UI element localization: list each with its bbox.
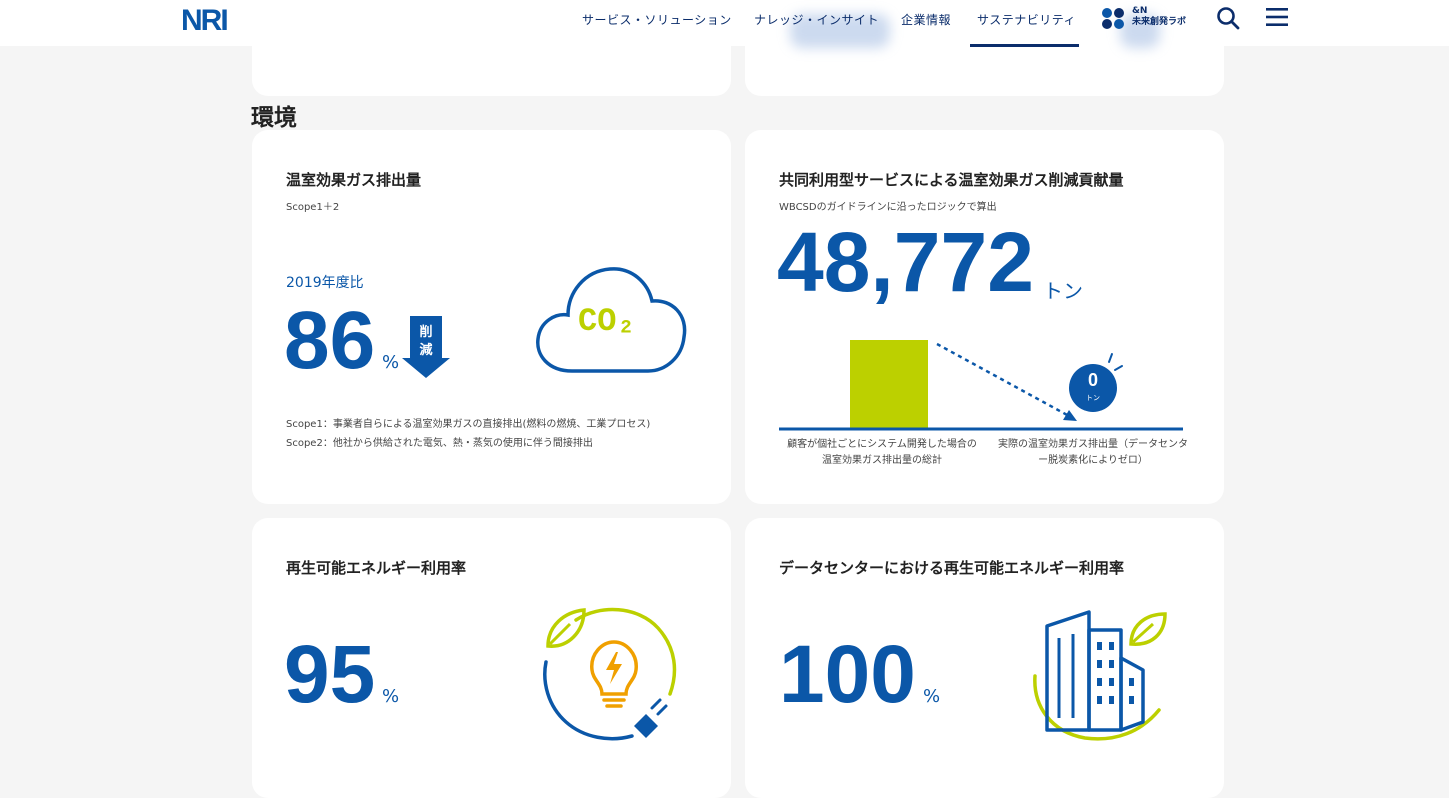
lightbulb-plug-icon: [543, 607, 677, 741]
building-leaf-icon: [1033, 610, 1167, 741]
shared-reduction-unit: トン: [1043, 279, 1083, 303]
shared-reduction-value: 48,772: [777, 215, 1034, 309]
datacenter-value: 100: [779, 629, 916, 720]
card-datacenter-renewable-energy: データセンターにおける再生可能エネルギー利用率 100 %: [745, 518, 1224, 798]
reduction-diagram: 0 トン: [779, 340, 1189, 436]
ghg-reduction-unit: %: [382, 352, 400, 373]
reduction-diagram-graphic: [779, 340, 1183, 431]
lightbulb-illustration: [540, 602, 680, 742]
comparison-label: 2019年度比: [286, 275, 364, 291]
menu-button[interactable]: [1266, 7, 1288, 31]
nav-item-company[interactable]: 企業情報: [901, 11, 951, 28]
caption-before: 顧客が個社ごとにシステム開発した場合の 温室効果ガス排出量の総計: [775, 437, 989, 469]
card-title: 温室効果ガス排出量: [286, 171, 422, 189]
scrollbar[interactable]: [1437, 0, 1449, 782]
arrow-label-char-1: 削: [419, 325, 433, 340]
bar-before: [850, 340, 928, 428]
scope1-note: Scope1：事業者自らによる温室効果ガスの直接排出(燃料の燃焼、工業プロセス): [286, 419, 651, 430]
building-illustration: [1031, 608, 1175, 742]
card-renewable-energy: 再生可能エネルギー利用率 95 %: [252, 518, 731, 798]
search-button[interactable]: [1216, 6, 1240, 34]
caption-after: 実際の温室効果ガス排出量（データセンタ ー脱炭素化によりゼロ）: [985, 437, 1201, 469]
site-header: NRI サービス・ソリューション ナレッジ・インサイト 企業情報 サステナビリテ…: [0, 0, 1449, 48]
zero-unit: トン: [1086, 394, 1100, 402]
caption-before-line1: 顧客が個社ごとにシステム開発した場合の: [787, 439, 977, 450]
lab-label: &N 未来創発ラボ: [1132, 6, 1186, 28]
card-shared-service-reduction: 共同利用型サービスによる温室効果ガス削減貢献量 WBCSDのガイドラインに沿った…: [745, 130, 1224, 504]
nav-active-indicator: [970, 44, 1079, 47]
card-title: データセンターにおける再生可能エネルギー利用率: [779, 559, 1125, 577]
nav-item-services[interactable]: サービス・ソリューション: [582, 11, 732, 28]
ghg-reduction-value: 86: [284, 295, 376, 386]
scope-notes: Scope1：事業者自らによる温室効果ガスの直接排出(燃料の燃焼、工業プロセス)…: [286, 415, 650, 453]
nri-logo[interactable]: NRI: [181, 4, 237, 37]
card-title: 再生可能エネルギー利用率: [286, 559, 467, 577]
card-subtitle: WBCSDのガイドラインに沿ったロジックで算出: [779, 202, 997, 213]
scope2-note: Scope2：他社から供給された電気、熱・蒸気の使用に伴う間接排出: [286, 438, 593, 449]
renewable-unit: %: [382, 686, 400, 707]
card-subtitle: Scope1＋2: [286, 202, 340, 213]
co2-label: CO₂: [578, 303, 636, 340]
mirai-lab-link[interactable]: &N 未来創発ラボ: [1100, 6, 1186, 36]
hamburger-menu-icon: [1266, 8, 1288, 26]
section-title: 環境: [251, 105, 297, 131]
nri-logo-mark: NRI: [181, 4, 229, 37]
card-title: 共同利用型サービスによる温室効果ガス削減貢献量: [779, 171, 1124, 189]
datacenter-unit: %: [923, 686, 941, 707]
lab-label-line1: &N: [1132, 6, 1148, 16]
renewable-value: 95: [284, 629, 376, 720]
lab-logo-icon: [1102, 8, 1124, 29]
caption-after-line1: 実際の温室効果ガス排出量（データセンタ: [998, 439, 1188, 450]
zero-value: 0: [1087, 370, 1098, 390]
arrow-label-char-2: 減: [419, 343, 433, 358]
arrow-label: 削 減: [402, 324, 450, 360]
nav-item-knowledge[interactable]: ナレッジ・インサイト: [754, 11, 879, 28]
card-ghg-emissions: 温室効果ガス排出量 Scope1＋2 2019年度比 86 % 削 減 CO₂ …: [252, 130, 731, 504]
search-icon: [1217, 7, 1240, 30]
nav-item-sustainability[interactable]: サステナビリティ: [977, 11, 1076, 28]
co2-cloud-illustration: CO₂: [534, 263, 690, 381]
caption-after-line2: ー脱炭素化によりゼロ）: [1038, 455, 1148, 466]
svg-text:NRI: NRI: [181, 4, 227, 34]
caption-before-line2: 温室効果ガス排出量の総計: [822, 455, 942, 466]
reduction-arrow: 削 減: [402, 316, 452, 380]
lab-label-line2: 未来創発ラボ: [1132, 17, 1187, 27]
